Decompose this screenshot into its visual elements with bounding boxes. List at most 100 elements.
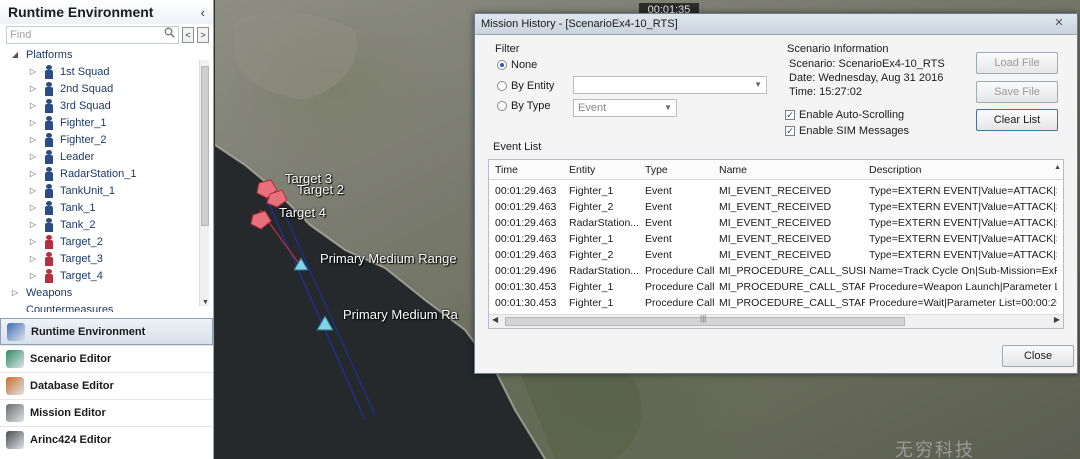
nav-label: Scenario Editor	[30, 353, 112, 365]
column-header[interactable]: Entity	[569, 164, 595, 176]
tree-item[interactable]: ▷ TankUnit_1	[0, 182, 210, 199]
type-select[interactable]: Event ▼	[573, 99, 677, 117]
expand-arrow-icon[interactable]: ▷	[28, 169, 38, 178]
table-cell: Fighter_2	[569, 249, 614, 261]
expand-arrow-icon[interactable]: ▷	[28, 135, 38, 144]
nav-database-editor[interactable]: Database Editor	[0, 372, 213, 399]
find-input[interactable]	[6, 26, 179, 44]
table-row[interactable]: 00:01:30.453 Fighter_1 Procedure Call MI_PR…	[489, 296, 1063, 312]
tree-item[interactable]: ▷ Target_3	[0, 250, 210, 267]
column-header[interactable]: Description	[869, 164, 922, 176]
tree-item[interactable]: Countermeasures	[0, 301, 210, 313]
column-header[interactable]: Name	[719, 164, 747, 176]
expand-arrow-icon[interactable]: ▷	[28, 220, 38, 229]
tree-item[interactable]: ▷ 3rd Squad	[0, 97, 210, 114]
checkbox-checked-icon[interactable]: ✓	[785, 110, 795, 120]
chevron-down-icon[interactable]: ▼	[664, 100, 672, 116]
radio-selected-icon[interactable]	[497, 60, 507, 70]
collapse-panel-icon[interactable]: ‹	[201, 5, 205, 20]
expand-arrow-icon[interactable]: ▷	[10, 288, 20, 297]
tree-scrollbar-thumb[interactable]	[201, 66, 209, 226]
expand-arrow-icon[interactable]: ▷	[28, 84, 38, 93]
dialog-titlebar[interactable]: Mission History - [ScenarioEx4-10_RTS] ✕	[475, 14, 1077, 35]
tree-item-label: 2nd Squad	[60, 82, 114, 95]
tree-item[interactable]: ▷ 2nd Squad	[0, 80, 210, 97]
collapse-arrow-icon[interactable]: ◢	[10, 50, 20, 59]
find-row: < >	[0, 24, 213, 46]
table-row[interactable]: 00:01:29.463 Fighter_2 Event MI_EVENT_RECEI…	[489, 200, 1063, 216]
filter-none-radio[interactable]: None	[497, 59, 537, 71]
expand-arrow-icon[interactable]: ▷	[28, 152, 38, 161]
tree-item-label: 3rd Squad	[60, 99, 111, 112]
table-cell: Procedure Call	[645, 265, 715, 277]
clear-list-button[interactable]: Clear List	[976, 109, 1058, 131]
tree-item[interactable]: ▷ 1st Squad	[0, 63, 210, 80]
close-icon[interactable]: ✕	[1047, 17, 1071, 32]
nav-runtime-environment[interactable]: Runtime Environment	[0, 318, 213, 345]
table-cell: Event	[645, 249, 672, 261]
tree-item[interactable]: ▷ Tank_2	[0, 216, 210, 233]
expand-arrow-icon[interactable]: ▷	[28, 203, 38, 212]
scroll-down-icon[interactable]: ▼	[202, 299, 209, 306]
table-cell: 00:01:29.463	[495, 249, 557, 261]
nav-scenario-editor[interactable]: Scenario Editor	[0, 345, 213, 372]
auto-scrolling-checkbox[interactable]: ✓ Enable Auto-Scrolling	[785, 109, 904, 121]
radio-icon[interactable]	[497, 81, 507, 91]
close-button[interactable]: Close	[1002, 345, 1074, 367]
radio-icon[interactable]	[497, 101, 507, 111]
table-row[interactable]: 00:01:29.463 Fighter_2 Event MI_EVENT_RECEI…	[489, 248, 1063, 264]
tree-item-label: Weapons	[26, 286, 73, 299]
column-header[interactable]: Time	[495, 164, 518, 176]
person-icon	[44, 234, 54, 249]
table-row[interactable]: 00:01:29.463 RadarStation... Event MI_EVENT…	[489, 216, 1063, 232]
table-row[interactable]: 00:01:29.496 RadarStation... Procedure Cal…	[489, 264, 1063, 280]
find-previous-button[interactable]: <	[182, 27, 194, 43]
nav-arinc424-editor[interactable]: Arinc424 Editor	[0, 426, 213, 453]
entity-select[interactable]: ▼	[573, 76, 767, 94]
horizontal-scrollbar[interactable]: ◀ ||| ▶	[489, 314, 1063, 328]
expand-arrow-icon[interactable]: ▷	[28, 254, 38, 263]
tree-item[interactable]: ▷ Weapons	[0, 284, 210, 301]
tree-item[interactable]: ▷ RadarStation_1	[0, 165, 210, 182]
table-row[interactable]: 00:01:30.453 Fighter_1 Procedure Call MI_PR…	[489, 280, 1063, 296]
tree-item-label: Target_3	[60, 252, 103, 265]
tree-item[interactable]: ▷ Target_2	[0, 233, 210, 250]
expand-arrow-icon[interactable]: ▷	[28, 186, 38, 195]
expand-arrow-icon[interactable]: ▷	[28, 101, 38, 110]
tree-item-label: 1st Squad	[60, 65, 110, 78]
tree-item-label: Countermeasures	[26, 303, 114, 313]
tree-item[interactable]: ▷ Target_4	[0, 267, 210, 284]
event-list-table[interactable]: Time Entity Type Name Description 00:01:29.4…	[488, 159, 1064, 329]
tree-item[interactable]: ◢ Platforms	[0, 46, 210, 63]
filter-by-type-radio[interactable]: By Type	[497, 100, 551, 112]
filter-by-entity-radio[interactable]: By Entity	[497, 80, 554, 92]
load-file-button[interactable]: Load File	[976, 52, 1058, 74]
scenario-name: Scenario: ScenarioEx4-10_RTS	[789, 58, 945, 70]
person-icon	[44, 183, 54, 198]
save-file-button[interactable]: Save File	[976, 81, 1058, 103]
tree-item[interactable]: ▷ Fighter_2	[0, 131, 210, 148]
expand-arrow-icon[interactable]: ▷	[28, 67, 38, 76]
scroll-left-icon[interactable]: ◀	[492, 315, 498, 324]
platform-tree: ◢ Platforms ▷ 1st Squad ▷ 2nd Squad ▷ 3rd Squad…	[0, 46, 210, 313]
tree-item[interactable]: ▷ Tank_1	[0, 199, 210, 216]
expand-arrow-icon[interactable]: ▷	[28, 118, 38, 127]
search-icon[interactable]	[164, 27, 175, 38]
column-header[interactable]: Type	[645, 164, 668, 176]
table-cell: Name=Track Cycle On|Sub-Mission=ExRa	[869, 265, 1057, 277]
find-next-button[interactable]: >	[197, 27, 209, 43]
scroll-right-icon[interactable]: ▶	[1054, 315, 1060, 324]
chevron-down-icon[interactable]: ▼	[754, 77, 762, 93]
tree-item[interactable]: ▷ Fighter_1	[0, 114, 210, 131]
table-row[interactable]: 00:01:29.463 Fighter_1 Event MI_EVENT_RECEI…	[489, 232, 1063, 248]
checkbox-checked-icon[interactable]: ✓	[785, 126, 795, 136]
tree-item[interactable]: ▷ Leader	[0, 148, 210, 165]
table-cell: Type=EXTERN EVENT|Value=ATTACK|Ser	[869, 185, 1057, 197]
expand-arrow-icon[interactable]: ▷	[28, 237, 38, 246]
tree-scrollbar[interactable]: ▼	[199, 60, 209, 306]
expand-arrow-icon[interactable]: ▷	[28, 271, 38, 280]
sim-messages-checkbox[interactable]: ✓ Enable SIM Messages	[785, 125, 909, 137]
scroll-up-icon[interactable]: ▲	[1054, 164, 1061, 171]
table-row[interactable]: 00:01:29.463 Fighter_1 Event MI_EVENT_RECEI…	[489, 184, 1063, 200]
nav-mission-editor[interactable]: Mission Editor	[0, 399, 213, 426]
